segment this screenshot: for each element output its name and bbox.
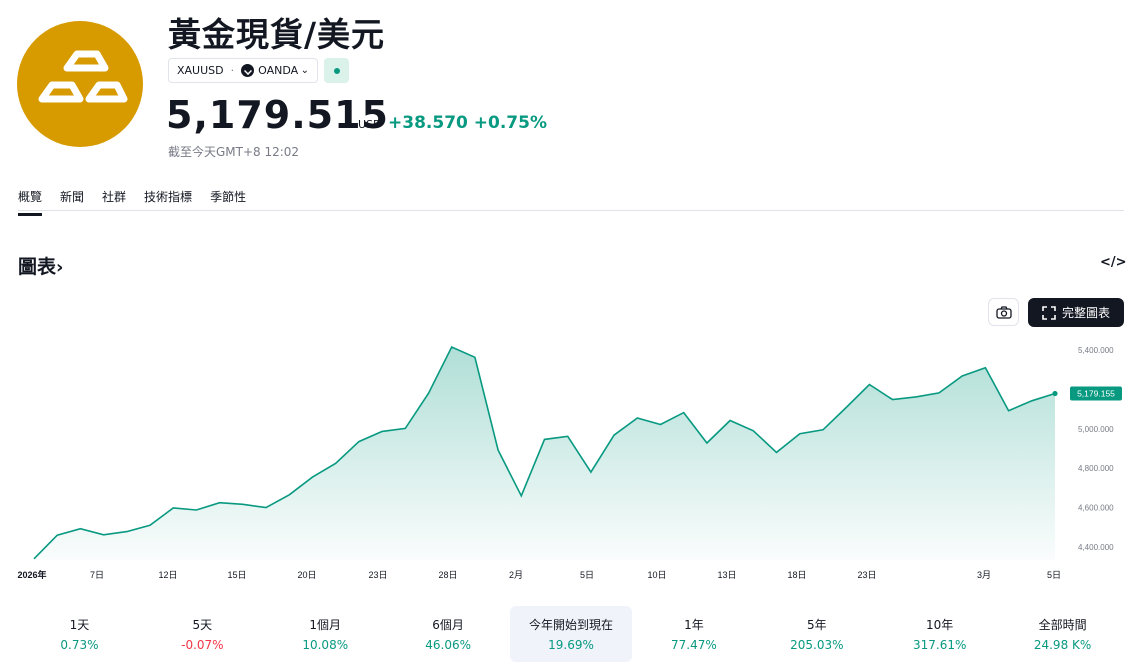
- symbol-separator: ·: [230, 64, 235, 77]
- period-label: 1年: [684, 618, 704, 632]
- period-return: 46.06%: [425, 638, 471, 652]
- period-return: 77.47%: [671, 638, 717, 652]
- symbol-code: XAUUSD: [177, 64, 224, 77]
- full-chart-button[interactable]: 完整圖表: [1028, 298, 1124, 327]
- period-1y[interactable]: 1年 77.47%: [632, 606, 755, 662]
- x-tick-label: 2026年: [17, 569, 46, 580]
- x-tick-label: 12日: [158, 570, 177, 580]
- x-tick-label: 23日: [368, 570, 387, 580]
- last-price-label: 5,179.155: [1077, 389, 1115, 399]
- market-open-dot-icon: [333, 67, 340, 74]
- period-return: 24.98 K%: [1033, 638, 1092, 652]
- y-tick-label: 5,400.000: [1078, 346, 1114, 355]
- x-tick-label: 3月: [977, 570, 991, 580]
- x-tick-label: 5日: [580, 570, 594, 580]
- period-label: 1個月: [309, 618, 342, 632]
- period-label: 6個月: [432, 618, 464, 632]
- x-tick-label: 20日: [297, 570, 316, 580]
- period-return: 19.69%: [548, 638, 594, 652]
- period-return: 205.03%: [790, 638, 844, 652]
- price-chart[interactable]: 5,400.000 5,000.000 4,800.000 4,600.000 4,40…: [0, 330, 1132, 590]
- y-tick-label: 5,000.000: [1078, 425, 1114, 434]
- current-price: 5,179.515: [166, 93, 389, 137]
- chevron-down-icon: ⌄: [300, 65, 309, 76]
- symbol-tabs: 概覽 新聞 社群 技術指標 季節性: [18, 188, 264, 216]
- tab-technicals[interactable]: 技術指標: [144, 188, 192, 216]
- x-tick-label: 23日: [857, 570, 876, 580]
- period-ytd[interactable]: 今年開始到現在 19.69%: [509, 606, 633, 662]
- period-label: 今年開始到現在: [529, 618, 614, 632]
- x-tick-label: 10日: [647, 570, 666, 580]
- period-return: 0.73%: [60, 638, 99, 652]
- period-all-time[interactable]: 全部時間 24.98 K%: [1001, 606, 1124, 662]
- symbol-selector[interactable]: XAUUSD · OANDA ⌄: [168, 58, 318, 83]
- x-tick-label: 18日: [787, 570, 806, 580]
- period-1m[interactable]: 1個月 10.08%: [264, 606, 387, 662]
- period-return: 10.08%: [302, 638, 349, 652]
- period-10y[interactable]: 10年 317.61%: [878, 606, 1001, 662]
- y-tick-label: 4,600.000: [1078, 504, 1114, 513]
- y-tick-label: 4,800.000: [1078, 464, 1114, 473]
- fullscreen-icon: [1042, 305, 1056, 320]
- instrument-title: 黃金現貨/美元: [168, 15, 386, 54]
- period-1d[interactable]: 1天 0.73%: [18, 606, 141, 662]
- chevron-right-icon: ›: [56, 257, 64, 278]
- price-timestamp: 截至今天GMT+8 12:02: [168, 145, 300, 159]
- period-label: 1天: [69, 618, 90, 632]
- x-tick-label: 5日: [1047, 570, 1061, 580]
- period-5d[interactable]: 5天 -0.07%: [141, 606, 264, 662]
- period-6m[interactable]: 6個月 46.06%: [387, 606, 510, 662]
- performance-periods: 1天 0.73% 5天 -0.07% 1個月 10.08% 6個月 46.06%…: [18, 606, 1124, 662]
- gold-bars-logo: [17, 21, 143, 147]
- tab-overview[interactable]: 概覽: [18, 188, 43, 216]
- gold-bars-icon: [38, 50, 128, 103]
- period-label: 5天: [192, 618, 213, 632]
- camera-icon: [995, 305, 1012, 319]
- tab-news[interactable]: 新聞: [60, 188, 84, 216]
- chart-section-link[interactable]: 圖表›: [18, 252, 63, 279]
- tab-seasonals[interactable]: 季節性: [210, 188, 246, 216]
- full-chart-label: 完整圖表: [1061, 306, 1110, 320]
- chart-section-title: 圖表: [18, 256, 57, 278]
- tab-community[interactable]: 社群: [102, 188, 126, 216]
- period-label: 10年: [926, 618, 954, 632]
- period-return: 317.61%: [912, 638, 967, 652]
- price-change: +38.570 +0.75%: [388, 113, 547, 133]
- embed-code-icon[interactable]: </>: [1100, 255, 1127, 270]
- price-currency: USD: [358, 118, 382, 131]
- period-return: -0.07%: [181, 638, 224, 652]
- snapshot-button[interactable]: [988, 298, 1019, 326]
- exchange-name: OANDA: [258, 64, 299, 77]
- x-tick-label: 13日: [717, 570, 736, 580]
- market-status-badge[interactable]: [324, 58, 349, 83]
- y-tick-label: 4,400.000: [1078, 543, 1114, 552]
- period-label: 5年: [806, 618, 827, 632]
- last-price-point: [1052, 390, 1058, 397]
- x-tick-label: 2月: [509, 570, 523, 580]
- tabs-divider: [18, 210, 1124, 211]
- x-tick-label: 7日: [90, 570, 104, 580]
- oanda-icon: [241, 64, 255, 77]
- x-tick-label: 28日: [438, 570, 457, 580]
- period-label: 全部時間: [1038, 618, 1087, 632]
- x-tick-label: 15日: [227, 570, 246, 580]
- period-5y[interactable]: 5年 205.03%: [755, 606, 878, 662]
- price-area-fill: [34, 347, 1055, 560]
